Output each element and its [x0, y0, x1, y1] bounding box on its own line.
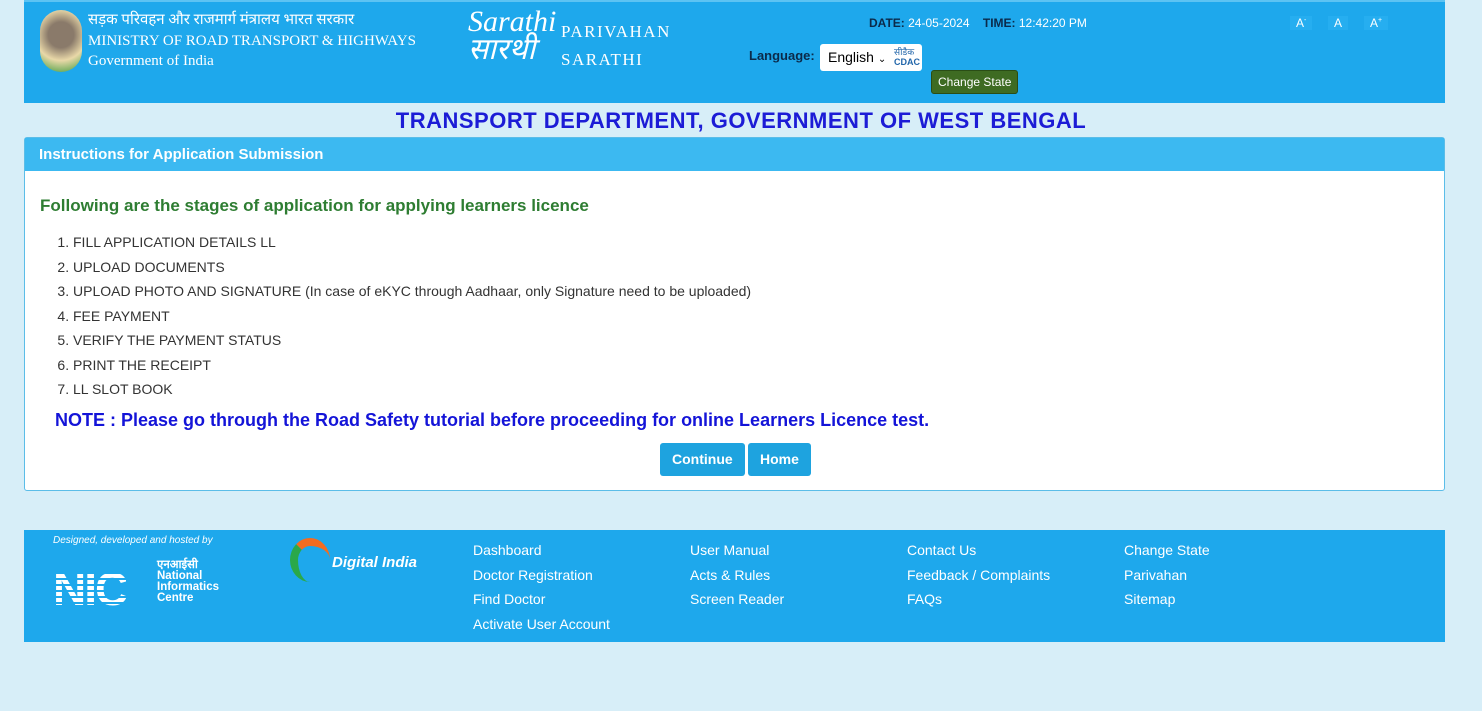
- header: सड़क परिवहन और राजमार्ग मंत्रालय भारत सर…: [24, 0, 1445, 103]
- change-state-button[interactable]: Change State: [931, 70, 1019, 94]
- footer-link-parivahan[interactable]: Parivahan: [1124, 563, 1210, 588]
- list-item: VERIFY THE PAYMENT STATUS: [73, 328, 751, 353]
- stages-list: FILL APPLICATION DETAILS LL UPLOAD DOCUM…: [73, 230, 751, 402]
- continue-button[interactable]: Continue: [660, 443, 745, 476]
- date-value: 24-05-2024: [908, 16, 970, 30]
- list-item: FILL APPLICATION DETAILS LL: [73, 230, 751, 255]
- list-item: UPLOAD DOCUMENTS: [73, 255, 751, 280]
- footer-link-screen-reader[interactable]: Screen Reader: [690, 587, 784, 612]
- footer-link-dashboard[interactable]: Dashboard: [473, 538, 610, 563]
- nic-logo-text: एनआईसी National Informatics Centre: [157, 559, 219, 604]
- ministry-name: MINISTRY OF ROAD TRANSPORT & HIGHWAYS: [88, 32, 416, 49]
- time-value: 12:42:20 PM: [1018, 16, 1087, 30]
- digital-india-text: Digital India: [332, 554, 418, 571]
- home-button[interactable]: Home: [748, 443, 811, 476]
- panel-heading: Instructions for Application Submission: [25, 138, 1444, 171]
- note-text: NOTE : Please go through the Road Safety…: [55, 410, 930, 430]
- stages-title: Following are the stages of application …: [40, 196, 589, 215]
- date-label: DATE:: [869, 16, 905, 30]
- instructions-panel: Instructions for Application Submission …: [24, 137, 1445, 491]
- footer-link-find-doctor[interactable]: Find Doctor: [473, 587, 610, 612]
- ministry-block: सड़क परिवहन और राजमार्ग मंत्रालय भारत सर…: [88, 10, 416, 72]
- time-label: TIME:: [982, 16, 1016, 30]
- ministry-hindi: सड़क परिवहन और राजमार्ग मंत्रालय भारत सर…: [88, 12, 355, 28]
- page-title: TRANSPORT DEPARTMENT, GOVERNMENT OF WEST…: [395, 108, 1087, 133]
- footer-link-activate-user-account[interactable]: Activate User Account: [473, 612, 610, 637]
- parivahan-sarathi-text: PARIVAHAN SARATHI: [561, 18, 671, 74]
- parivahan-label: PARIVAHAN: [561, 22, 671, 41]
- government-name: Government of India: [88, 53, 214, 69]
- footer-link-sitemap[interactable]: Sitemap: [1124, 587, 1210, 612]
- digital-india-logo[interactable]: [290, 538, 330, 582]
- footer-links-col-2: User Manual Acts & Rules Screen Reader: [690, 538, 784, 612]
- language-select[interactable]: English ⌄ सीडैक CDAC: [820, 44, 922, 71]
- footer-link-contact-us[interactable]: Contact Us: [907, 538, 1050, 563]
- font-increase-button[interactable]: A+: [1364, 16, 1389, 30]
- list-item: FEE PAYMENT: [73, 304, 751, 329]
- language-value: English: [828, 49, 874, 65]
- footer-link-doctor-registration[interactable]: Doctor Registration: [473, 563, 610, 588]
- footer-link-feedback[interactable]: Feedback / Complaints: [907, 563, 1050, 588]
- footer-links-col-3: Contact Us Feedback / Complaints FAQs: [907, 538, 1050, 612]
- sarathi-label: SARATHI: [561, 50, 644, 69]
- footer-links-col-4: Change State Parivahan Sitemap: [1124, 538, 1210, 612]
- chevron-down-icon: ⌄: [877, 54, 887, 65]
- footer-link-acts-rules[interactable]: Acts & Rules: [690, 563, 784, 588]
- footer-link-faqs[interactable]: FAQs: [907, 587, 1050, 612]
- designed-by-text: Designed, developed and hosted by: [53, 535, 213, 546]
- sarathi-logo: Sarathi सारथी: [468, 5, 557, 66]
- list-item: PRINT THE RECEIPT: [73, 353, 751, 378]
- list-item: UPLOAD PHOTO AND SIGNATURE (In case of e…: [73, 279, 751, 304]
- footer-link-user-manual[interactable]: User Manual: [690, 538, 784, 563]
- cdac-logo: सीडैक CDAC: [894, 47, 920, 67]
- footer-links-col-1: Dashboard Doctor Registration Find Docto…: [473, 538, 610, 636]
- footer-link-change-state[interactable]: Change State: [1124, 538, 1210, 563]
- list-item: LL SLOT BOOK: [73, 377, 751, 402]
- national-emblem-logo: [40, 10, 82, 72]
- nic-logo[interactable]: NIC: [53, 562, 128, 616]
- language-label: Language:: [749, 48, 815, 63]
- font-normal-button[interactable]: A: [1328, 16, 1349, 30]
- font-decrease-button[interactable]: A-: [1290, 16, 1313, 30]
- date-time: DATE: 24-05-2024 TIME: 12:42:20 PM: [869, 16, 1087, 30]
- footer: Designed, developed and hosted by NIC एन…: [24, 530, 1445, 642]
